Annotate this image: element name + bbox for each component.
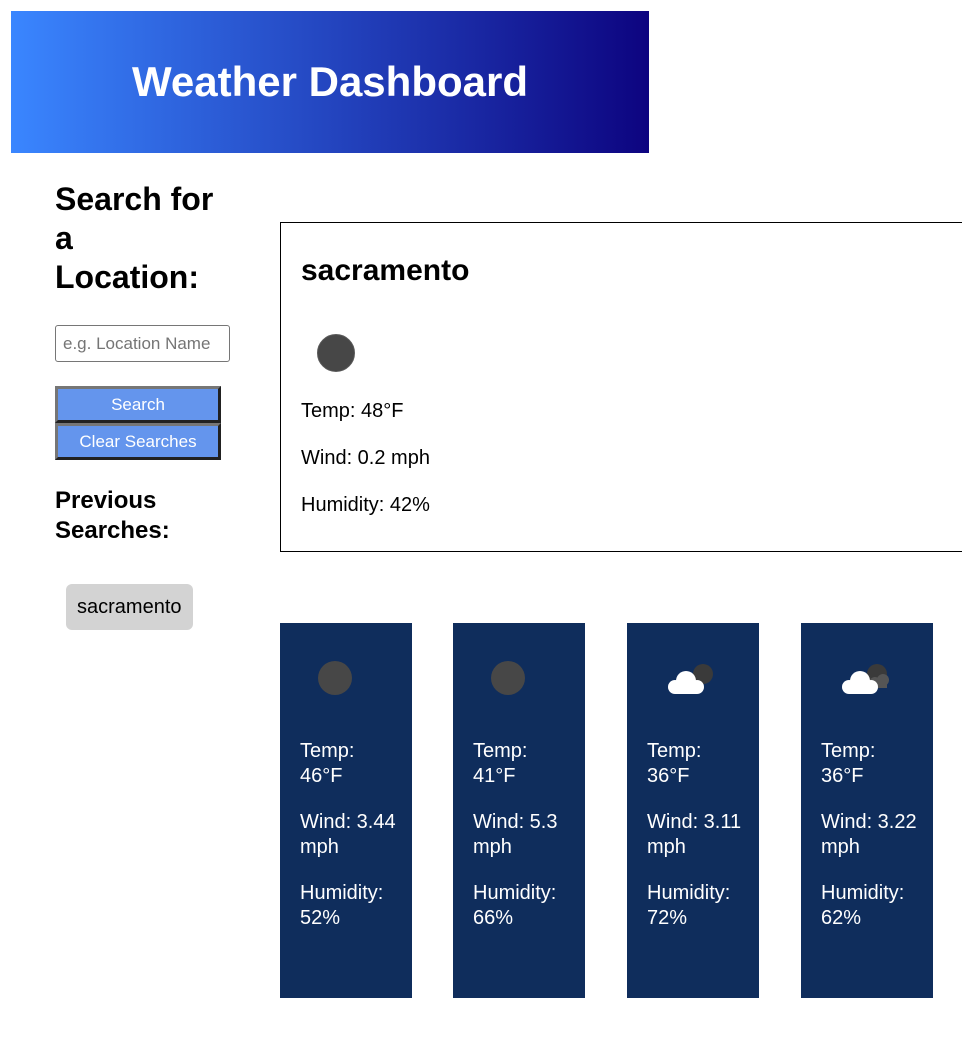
cloud-moon-icon [665, 661, 725, 701]
clear-searches-button[interactable]: Clear Searches [55, 423, 221, 460]
page-title: Weather Dashboard [132, 58, 528, 105]
forecast-card: Temp: 36°F Wind: 3.22 mph Humidity: 62% [801, 623, 933, 998]
current-weather-card: sacramento Temp: 48°F Wind: 0.2 mph Humi… [280, 222, 962, 552]
forecast-wind: Wind: 5.3 mph [473, 811, 558, 858]
forecast-humidity: Humidity: 66% [473, 882, 557, 929]
clouds-moon-icon [839, 661, 899, 701]
history-item-button[interactable]: sacramento [66, 584, 193, 630]
page-header: Weather Dashboard [11, 11, 649, 153]
forecast-humidity: Humidity: 72% [647, 882, 731, 929]
forecast-humidity: Humidity: 52% [300, 882, 384, 929]
current-wind: Wind: 0.2 mph [301, 447, 430, 469]
search-sidebar: Search for a Location: Search Clear Sear… [55, 180, 240, 630]
forecast-card: Temp: 36°F Wind: 3.11 mph Humidity: 72% [627, 623, 759, 998]
forecast-wind: Wind: 3.44 mph [300, 811, 396, 858]
moon-icon [318, 661, 378, 701]
current-humidity: Humidity: 42% [301, 494, 430, 516]
forecast-humidity: Humidity: 62% [821, 882, 905, 929]
current-city: sacramento [301, 254, 470, 287]
forecast-card: Temp: 46°F Wind: 3.44 mph Humidity: 52% [280, 623, 412, 998]
search-button[interactable]: Search [55, 386, 221, 423]
search-title: Search for a Location: [55, 181, 214, 295]
moon-icon [491, 661, 551, 701]
forecast-temp: Temp: 46°F [300, 740, 355, 787]
forecast-card: Temp: 41°F Wind: 5.3 mph Humidity: 66% [453, 623, 585, 998]
current-temp: Temp: 48°F [301, 400, 404, 422]
forecast-wind: Wind: 3.11 mph [647, 811, 742, 858]
forecast-wind: Wind: 3.22 mph [821, 811, 917, 858]
search-input[interactable] [55, 325, 230, 362]
forecast-temp: Temp: 36°F [821, 740, 876, 787]
forecast-temp: Temp: 41°F [473, 740, 528, 787]
moon-icon [317, 334, 357, 374]
forecast-temp: Temp: 36°F [647, 740, 702, 787]
previous-searches-title: Previous Searches: [55, 487, 170, 544]
